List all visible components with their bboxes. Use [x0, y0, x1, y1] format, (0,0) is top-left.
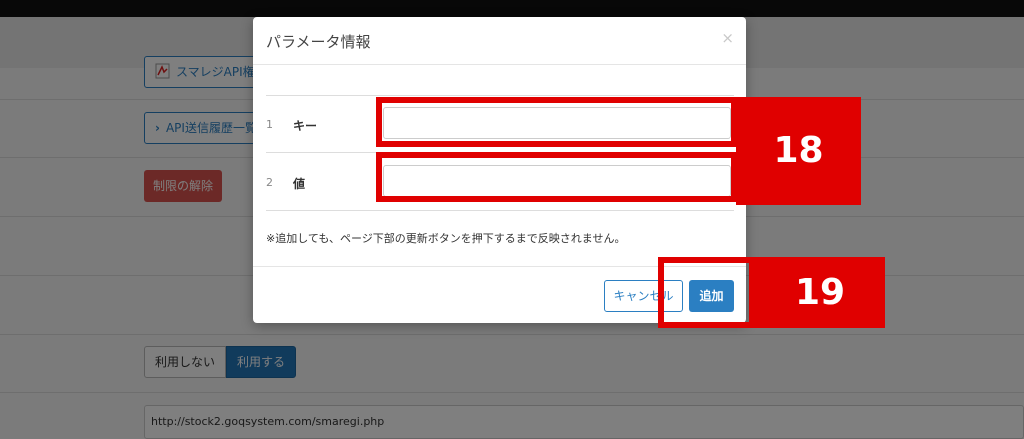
- modal-header-divider: [253, 64, 746, 65]
- modal-title: パラメータ情報: [266, 33, 371, 51]
- highlight-key-input: [376, 97, 737, 147]
- close-icon[interactable]: ×: [721, 29, 734, 47]
- update-note: ※追加しても、ページ下部の更新ボタンを押下するまで反映されません。: [266, 232, 626, 245]
- row-index: 2: [266, 176, 273, 189]
- key-label: キー: [293, 119, 318, 133]
- row-index: 1: [266, 118, 273, 131]
- value-label: 値: [293, 177, 306, 191]
- highlight-add-button: [658, 257, 755, 328]
- table-top-border: [266, 95, 734, 96]
- step-badge-19: 19: [755, 257, 885, 328]
- highlight-value-input: [376, 152, 737, 202]
- table-bottom-border: [266, 210, 734, 211]
- step-badge-18: 18: [736, 97, 861, 205]
